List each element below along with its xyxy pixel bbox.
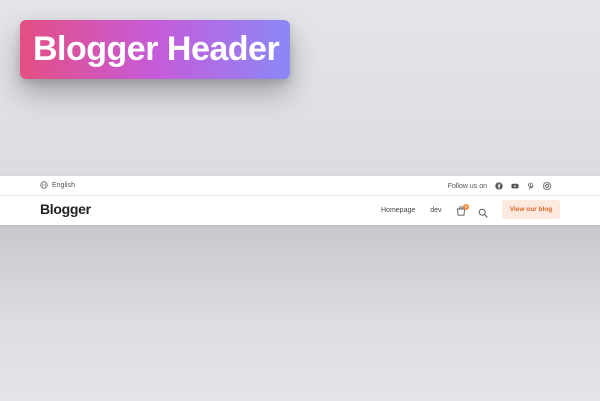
search-button[interactable]	[478, 205, 488, 218]
title-badge: Blogger Header	[20, 20, 290, 79]
cart-button[interactable]: 0	[456, 204, 469, 216]
nav-item-dev[interactable]: dev	[430, 207, 441, 214]
cart-count-badge: 0	[463, 204, 469, 210]
social-links: Follow us on	[448, 181, 555, 191]
nav-item-homepage[interactable]: Homepage	[381, 207, 415, 214]
facebook-icon[interactable]	[491, 181, 507, 191]
main-nav: Homepage dev	[381, 207, 442, 214]
site-header: English Follow us on Blogger Homepage de…	[0, 176, 600, 225]
view-blog-button[interactable]: View our blog	[502, 200, 560, 219]
header-topbar: English Follow us on	[0, 176, 600, 196]
badge-title: Blogger Header	[33, 30, 280, 68]
pinterest-icon[interactable]	[523, 181, 539, 191]
globe-icon	[40, 181, 48, 189]
site-logo[interactable]: Blogger	[40, 201, 91, 217]
search-icon	[478, 208, 488, 218]
language-selector[interactable]: English	[40, 181, 75, 189]
header-mainbar: Blogger Homepage dev 0 View our blog	[0, 196, 600, 225]
instagram-icon[interactable]	[539, 181, 555, 191]
youtube-icon[interactable]	[507, 181, 523, 191]
follow-label: Follow us on	[447, 182, 487, 190]
language-label: English	[52, 181, 75, 189]
